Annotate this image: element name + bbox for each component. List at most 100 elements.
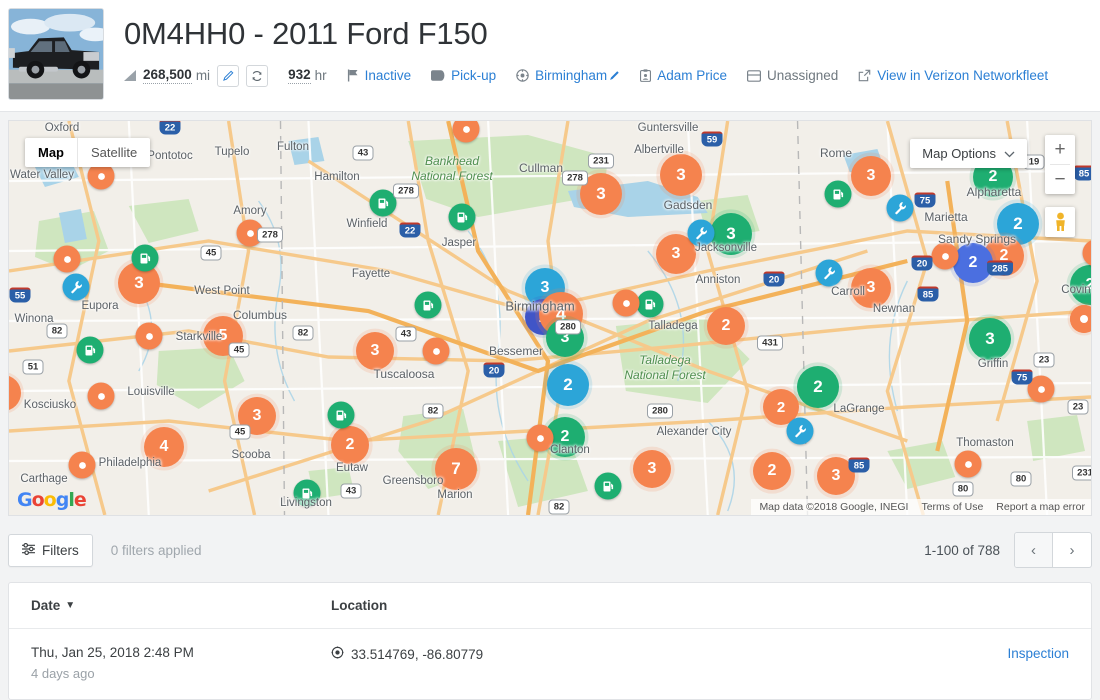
map-dot-marker[interactable] — [954, 450, 982, 478]
pagination: 1-100 of 788 ‹ › — [924, 532, 1092, 568]
tag-icon — [431, 70, 445, 81]
dot-icon — [244, 227, 256, 239]
map-type-map[interactable]: Map — [25, 138, 77, 167]
location-value[interactable]: Birmingham — [535, 68, 607, 83]
column-header-date[interactable]: Date ▼ — [31, 598, 331, 613]
map-cluster-marker[interactable]: 3 — [352, 328, 398, 374]
map-cluster-marker[interactable]: 2 — [749, 448, 795, 494]
map-cluster-marker[interactable]: 5 — [199, 312, 247, 360]
zoom-out-button[interactable]: − — [1045, 165, 1075, 194]
map-cluster-marker[interactable]: 3 — [706, 209, 756, 259]
map-dot-marker[interactable] — [53, 245, 81, 273]
map-cluster-marker[interactable]: 3 — [9, 371, 25, 415]
vehicle-thumbnail[interactable] — [8, 8, 104, 100]
map-cluster-marker[interactable]: 2 — [327, 422, 373, 468]
map-dot-marker[interactable] — [422, 337, 450, 365]
map-cluster-marker[interactable]: 3 — [965, 314, 1015, 364]
map-wrench-marker[interactable] — [886, 194, 914, 222]
pegman-street-view-button[interactable] — [1045, 207, 1075, 237]
map-wrench-marker[interactable] — [687, 219, 715, 247]
refresh-odometer-button[interactable] — [246, 64, 269, 87]
map-wrench-marker[interactable] — [815, 259, 843, 287]
map-fuel-marker[interactable] — [76, 336, 104, 364]
dot-icon — [430, 345, 442, 357]
map-dot-marker[interactable] — [68, 451, 96, 479]
map-cluster-marker[interactable]: 3 — [656, 150, 706, 200]
map-dot-marker[interactable] — [612, 289, 640, 317]
map-cluster-marker[interactable]: 3 — [813, 453, 859, 499]
cluster-count-badge: 3 — [660, 154, 702, 196]
map-dot-marker[interactable] — [236, 219, 264, 247]
meta-external-link[interactable]: View in Verizon Networkfleet — [858, 68, 1048, 83]
map-dot-marker[interactable] — [87, 382, 115, 410]
map-dot-marker[interactable] — [931, 242, 959, 270]
cluster-count-badge: 2 — [753, 452, 791, 490]
map-fuel-marker[interactable] — [293, 479, 321, 507]
map-dot-marker[interactable] — [135, 322, 163, 350]
map-dot-marker[interactable] — [526, 424, 554, 452]
cell-location: 33.514769, -86.80779 — [331, 645, 1007, 662]
map-fuel-marker[interactable] — [369, 189, 397, 217]
meta-status[interactable]: Inactive — [347, 68, 412, 83]
map-cluster-marker[interactable]: 4 — [140, 423, 188, 471]
zoom-in-button[interactable]: + — [1045, 135, 1075, 164]
edit-location-button[interactable] — [609, 70, 620, 81]
dot-icon — [76, 459, 88, 471]
map-cluster-marker[interactable]: 3 — [847, 152, 895, 200]
map-wrench-marker[interactable] — [786, 417, 814, 445]
column-header-date-label: Date — [31, 598, 61, 613]
status-value[interactable]: Inactive — [365, 68, 412, 83]
map-fuel-marker[interactable] — [636, 290, 664, 318]
map-dot-marker[interactable] — [1027, 375, 1055, 403]
map-fuel-marker[interactable] — [414, 291, 442, 319]
pagination-count: 1-100 of 788 — [924, 542, 1000, 558]
cell-action-link[interactable]: Inspection — [1007, 645, 1069, 661]
map-panel[interactable]: 35343327333332432222233233222232 OxfordP… — [8, 120, 1092, 516]
map-cluster-marker[interactable]: 3 — [542, 315, 588, 361]
map-wrench-marker[interactable] — [62, 273, 90, 301]
map-fuel-marker[interactable] — [131, 244, 159, 272]
prev-page-button[interactable]: ‹ — [1015, 533, 1053, 567]
map-fuel-marker[interactable] — [448, 203, 476, 231]
filters-button[interactable]: Filters — [8, 533, 93, 567]
dot-icon — [95, 170, 107, 182]
vehicle-type-value[interactable]: Pick-up — [451, 68, 496, 83]
filter-icon — [22, 542, 35, 558]
edit-odometer-button[interactable] — [217, 64, 240, 87]
map-cluster-marker[interactable]: 3 — [629, 446, 675, 492]
map-type-satellite[interactable]: Satellite — [78, 138, 150, 167]
table-row[interactable]: Thu, Jan 25, 2018 2:48 PM 4 days ago 33.… — [9, 629, 1091, 699]
cluster-count-badge: 3 — [710, 213, 752, 255]
map-options-button[interactable]: Map Options — [910, 139, 1027, 168]
map-zoom-control[interactable]: + − — [1045, 135, 1075, 194]
meta-operator[interactable]: Adam Price — [640, 68, 727, 83]
report-map-error-link[interactable]: Report a map error — [996, 501, 1085, 513]
meta-location[interactable]: Birmingham — [516, 68, 620, 83]
map-fuel-marker[interactable] — [327, 401, 355, 429]
column-header-location[interactable]: Location — [331, 598, 1069, 613]
dot-icon — [534, 432, 546, 444]
map-fuel-marker[interactable] — [594, 472, 622, 500]
map-cluster-marker[interactable] — [1067, 302, 1091, 336]
map-cluster-marker[interactable]: 7 — [431, 444, 481, 494]
map-fuel-marker[interactable] — [824, 180, 852, 208]
chevron-down-icon — [1004, 146, 1015, 161]
operator-value[interactable]: Adam Price — [657, 68, 727, 83]
map-cluster-marker[interactable]: 2 — [949, 239, 997, 287]
meta-vehicle-type[interactable]: Pick-up — [431, 68, 496, 83]
map-cluster-marker[interactable]: 3 — [847, 264, 895, 312]
map-type-control[interactable]: Map Satellite — [25, 138, 151, 167]
map-cluster-marker[interactable]: 2 — [1066, 261, 1091, 309]
map-cluster-marker[interactable]: 3 — [234, 393, 280, 439]
cluster-count-badge: 3 — [633, 450, 671, 488]
terms-of-use-link[interactable]: Terms of Use — [921, 501, 983, 513]
map-cluster-marker[interactable]: 2 — [543, 360, 593, 410]
map-cluster-marker[interactable]: 3 — [576, 169, 626, 219]
next-page-button[interactable]: › — [1053, 533, 1091, 567]
dot-icon — [61, 253, 73, 265]
cluster-count-badge: 3 — [817, 457, 855, 495]
external-link-value[interactable]: View in Verizon Networkfleet — [877, 68, 1048, 83]
map-cluster-marker[interactable]: 2 — [793, 362, 843, 412]
hourmeter-unit: hr — [314, 68, 327, 84]
map-cluster-marker[interactable]: 2 — [703, 303, 749, 349]
